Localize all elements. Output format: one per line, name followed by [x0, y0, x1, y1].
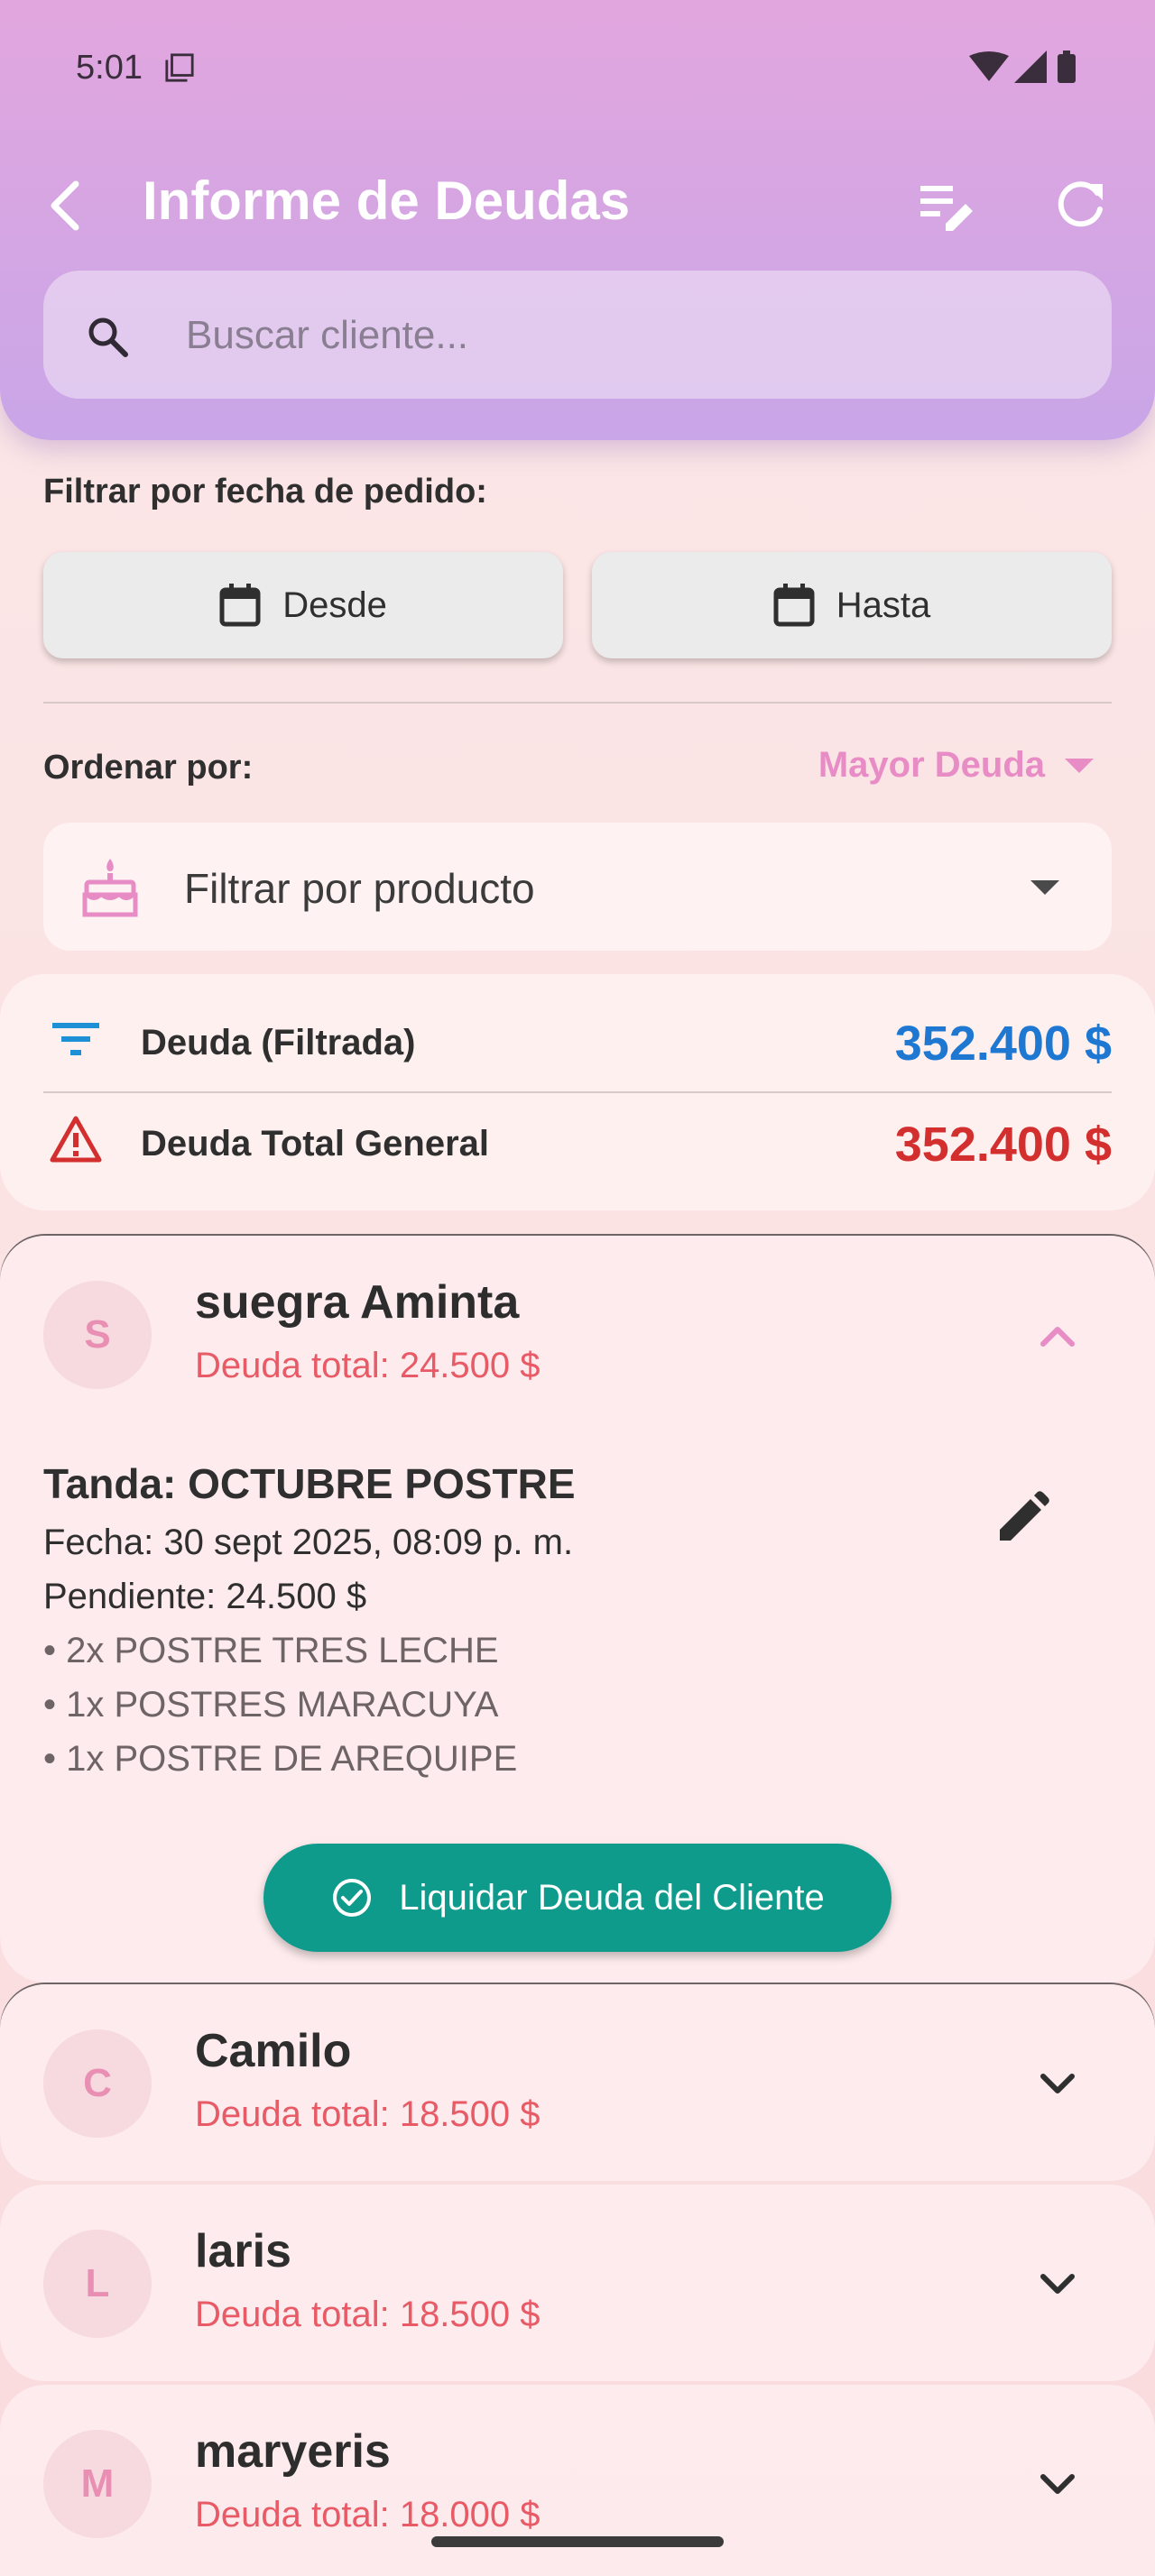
batch-item: • 2x POSTRE TRES LECHE [43, 1631, 499, 1670]
avatar: S [43, 1281, 152, 1389]
batch-title: Tanda: OCTUBRE POSTRE [43, 1460, 576, 1507]
check-circle-icon [333, 1879, 372, 1917]
client-card: S suegra Aminta Deuda total: 24.500 $ Ta… [0, 1236, 1155, 1983]
divider [43, 702, 1112, 704]
avatar: C [43, 2029, 152, 2138]
client-card[interactable]: M maryeris Deuda total: 18.000 $ [0, 2385, 1155, 2576]
status-time: 5:01 [76, 49, 143, 87]
client-name: maryeris [195, 2425, 391, 2478]
sort-value: Mayor Deuda [818, 745, 1045, 785]
product-filter-label: Filtrar por producto [184, 865, 535, 912]
filtered-debt-row: Deuda (Filtrada) 352.400 $ [0, 992, 1155, 1091]
client-name: Camilo [195, 2025, 352, 2077]
client-name[interactable]: suegra Aminta [195, 1275, 519, 1329]
avatar: L [43, 2230, 152, 2338]
date-from-button[interactable]: Desde [43, 552, 563, 658]
debt-summary-card: Deuda (Filtrada) 352.400 $ Deuda Total G… [0, 974, 1155, 1210]
search-icon [88, 317, 128, 357]
total-debt-value: 352.400 $ [894, 1118, 1112, 1172]
total-debt-label: Deuda Total General [141, 1124, 490, 1164]
client-debt: Deuda total: 24.500 $ [195, 1346, 541, 1385]
filtered-debt-value: 352.400 $ [894, 1017, 1112, 1071]
date-to-label: Hasta [836, 584, 931, 625]
status-indicators-icon [969, 51, 1076, 83]
batch-item: • 1x POSTRES MARACUYA [43, 1685, 499, 1725]
settle-debt-label: Liquidar Deuda del Cliente [399, 1877, 825, 1918]
back-arrow-icon[interactable] [40, 175, 90, 236]
screenshot-icon [165, 53, 194, 82]
batch-date: Fecha: 30 sept 2025, 08:09 p. m. [43, 1523, 574, 1562]
home-indicator[interactable] [431, 2536, 724, 2547]
client-debt: Deuda total: 18.500 $ [195, 2295, 541, 2334]
product-filter-dropdown[interactable]: Filtrar por producto [43, 823, 1112, 951]
divider [43, 1091, 1112, 1093]
client-card[interactable]: L laris Deuda total: 18.500 $ [0, 2185, 1155, 2381]
client-debt: Deuda total: 18.500 $ [195, 2094, 541, 2134]
date-filter-label: Filtrar por fecha de pedido: [43, 473, 487, 511]
sort-label: Ordenar por: [43, 749, 254, 787]
client-card[interactable]: C Camilo Deuda total: 18.500 $ [0, 1984, 1155, 2181]
sort-dropdown[interactable]: Mayor Deuda [818, 745, 1094, 786]
search-input[interactable] [184, 303, 1072, 368]
cake-icon [82, 859, 138, 917]
settle-debt-button[interactable]: Liquidar Deuda del Cliente [263, 1844, 892, 1952]
calendar-icon [773, 584, 815, 627]
total-debt-row: Deuda Total General 352.400 $ [0, 1095, 1155, 1194]
chevron-down-icon[interactable] [1034, 2266, 1081, 2302]
batch-pending: Pendiente: 24.500 $ [43, 1577, 367, 1616]
page-title: Informe de Deudas [143, 170, 631, 231]
chevron-down-icon[interactable] [1034, 2065, 1081, 2102]
app-header: 5:01 Informe de Deudas [0, 0, 1155, 440]
client-debt: Deuda total: 18.000 $ [195, 2495, 541, 2535]
search-bar [43, 271, 1112, 399]
warning-icon [50, 1116, 102, 1163]
date-from-label: Desde [282, 584, 387, 625]
edit-pencil-icon[interactable] [993, 1488, 1052, 1548]
avatar: M [43, 2430, 152, 2538]
date-to-button[interactable]: Hasta [592, 552, 1112, 658]
dropdown-arrow-icon [1065, 758, 1094, 773]
dropdown-arrow-icon [1030, 880, 1059, 895]
filter-icon [52, 1023, 99, 1055]
chevron-down-icon[interactable] [1034, 2466, 1081, 2502]
client-name: laris [195, 2225, 291, 2277]
batch-item: • 1x POSTRE DE AREQUIPE [43, 1739, 518, 1779]
chevron-up-icon[interactable] [1034, 1317, 1081, 1353]
filtered-debt-label: Deuda (Filtrada) [141, 1023, 416, 1063]
calendar-icon [219, 584, 261, 627]
sort-edit-icon[interactable] [919, 180, 975, 231]
refresh-icon[interactable] [1052, 177, 1108, 233]
